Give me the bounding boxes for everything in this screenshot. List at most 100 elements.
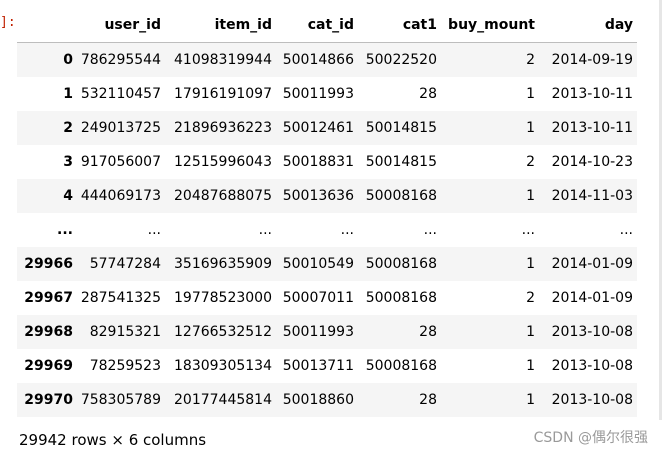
cell-cat-id: 50007011	[282, 290, 354, 306]
cell-user-id: 444069173	[80, 188, 161, 204]
cell-day: 2013-10-08	[551, 358, 633, 374]
column-header-cat-id: cat_id	[276, 8, 358, 43]
cell-item-id: 20487688075	[174, 188, 272, 204]
table-row: 29970 758305789 20177445814 50018860 28 1 2013…	[17, 383, 637, 417]
table-row: .....................	[17, 213, 637, 247]
cell-item-id: 12766532512	[174, 324, 272, 340]
cell-user-id: 287541325	[80, 290, 161, 306]
cell-day: 2014-11-03	[551, 188, 633, 204]
cell-cat1: ...	[423, 222, 437, 238]
row-index: 29970	[24, 392, 73, 408]
index-header	[17, 8, 77, 43]
cell-cat-id: 50018831	[282, 154, 354, 170]
cell-buy-mount: 1	[526, 324, 535, 340]
column-header-user-id: user_id	[77, 8, 165, 43]
row-index: 0	[63, 52, 73, 68]
cell-item-id: 12515996043	[174, 154, 272, 170]
cell-cat-id: 50011993	[282, 324, 354, 340]
cell-cat-id: 50011993	[282, 86, 354, 102]
dataframe-table: user_id item_id cat_id cat1 buy_mount day 0 78…	[17, 8, 637, 417]
cell-user-id: 532110457	[80, 86, 161, 102]
cell-cat1: 28	[419, 392, 437, 408]
cell-prompt-fragment: ]:	[0, 15, 16, 30]
cell-user-id: 249013725	[80, 120, 161, 136]
cell-buy-mount: 1	[526, 86, 535, 102]
cell-buy-mount: 2	[526, 154, 535, 170]
cell-user-id: 758305789	[80, 392, 161, 408]
table-row: 2 249013725 21896936223 50012461 50014815 1 20…	[17, 111, 637, 145]
cell-user-id: 82915321	[89, 324, 161, 340]
shape-summary: 29942 rows × 6 columns	[19, 431, 207, 449]
cell-buy-mount: 1	[526, 188, 535, 204]
cell-user-id: 917056007	[80, 154, 161, 170]
table-header: user_id item_id cat_id cat1 buy_mount day	[17, 8, 637, 43]
table-body: 0 786295544 41098319944 50014866 50022520 2 20…	[17, 42, 637, 417]
cell-cat-id: 50018860	[282, 392, 354, 408]
row-index: 3	[63, 154, 73, 170]
cell-cat1: 50014815	[365, 120, 437, 136]
row-index: 2	[63, 120, 73, 136]
header-row: user_id item_id cat_id cat1 buy_mount day	[17, 8, 637, 43]
row-index: 29967	[24, 290, 73, 306]
cell-cat-id: 50014866	[282, 52, 354, 68]
cell-item-id: 21896936223	[174, 120, 272, 136]
row-index: 29969	[24, 358, 73, 374]
cell-day: 2014-01-09	[551, 256, 633, 272]
table-row: 29968 82915321 12766532512 50011993 28 1 2013-…	[17, 315, 637, 349]
cell-buy-mount: ...	[521, 222, 535, 238]
table-row: 4 444069173 20487688075 50013636 50008168 1 20…	[17, 179, 637, 213]
table-row: 29969 78259523 18309305134 50013711 50008168…	[17, 349, 637, 383]
cell-item-id: 17916191097	[174, 86, 272, 102]
cell-day: 2014-09-19	[551, 52, 633, 68]
cell-user-id: 786295544	[80, 52, 161, 68]
cell-day: ...	[619, 222, 633, 238]
table-row: 3 917056007 12515996043 50018831 50014815 2 20…	[17, 145, 637, 179]
cell-buy-mount: 2	[526, 52, 535, 68]
cell-buy-mount: 2	[526, 290, 535, 306]
cell-item-id: 20177445814	[174, 392, 272, 408]
cell-item-id: 35169635909	[174, 256, 272, 272]
table-row: 0 786295544 41098319944 50014866 50022520 2 20…	[17, 42, 637, 77]
column-header-day: day	[539, 8, 637, 43]
cell-buy-mount: 1	[526, 120, 535, 136]
cell-item-id: 18309305134	[174, 358, 272, 374]
cell-cat-id: 50013636	[282, 188, 354, 204]
cell-item-id: ...	[258, 222, 272, 238]
column-header-buy-mount: buy_mount	[441, 8, 539, 43]
cell-item-id: 41098319944	[174, 52, 272, 68]
cell-cat1: 50008168	[365, 256, 437, 272]
cell-cat1: 50008168	[365, 290, 437, 306]
cell-cat1: 28	[419, 324, 437, 340]
cell-day: 2013-10-08	[551, 324, 633, 340]
row-index: 29966	[24, 256, 73, 272]
row-index: ...	[57, 222, 73, 238]
table-row: 29967 287541325 19778523000 50007011 5000816…	[17, 281, 637, 315]
cell-cat1: 50014815	[365, 154, 437, 170]
cell-cat-id: 50012461	[282, 120, 354, 136]
cell-buy-mount: 1	[526, 256, 535, 272]
row-index: 29968	[24, 324, 73, 340]
cell-buy-mount: 1	[526, 358, 535, 374]
cell-cat-id: 50010549	[282, 256, 354, 272]
cell-cat1: 28	[419, 86, 437, 102]
cell-user-id: ...	[147, 222, 161, 238]
cell-day: 2013-10-11	[551, 86, 633, 102]
cell-buy-mount: 1	[526, 392, 535, 408]
table-row: 1 532110457 17916191097 50011993 28 1 2013-10-…	[17, 77, 637, 111]
cell-cat1: 50022520	[365, 52, 437, 68]
cell-cat-id: 50013711	[282, 358, 354, 374]
column-header-item-id: item_id	[165, 8, 276, 43]
cell-cat1: 50008168	[365, 188, 437, 204]
cell-user-id: 78259523	[89, 358, 161, 374]
cell-day: 2014-10-23	[551, 154, 633, 170]
column-header-cat1: cat1	[358, 8, 441, 43]
dataframe-output: user_id item_id cat_id cat1 buy_mount day 0 78…	[17, 8, 637, 417]
cell-user-id: 57747284	[89, 256, 161, 272]
row-index: 4	[63, 188, 73, 204]
table-row: 29966 57747284 35169635909 50010549 50008168…	[17, 247, 637, 281]
cell-day: 2013-10-11	[551, 120, 633, 136]
cell-cat-id: ...	[340, 222, 354, 238]
cell-day: 2013-10-08	[551, 392, 633, 408]
cell-item-id: 19778523000	[174, 290, 272, 306]
row-index: 1	[63, 86, 73, 102]
